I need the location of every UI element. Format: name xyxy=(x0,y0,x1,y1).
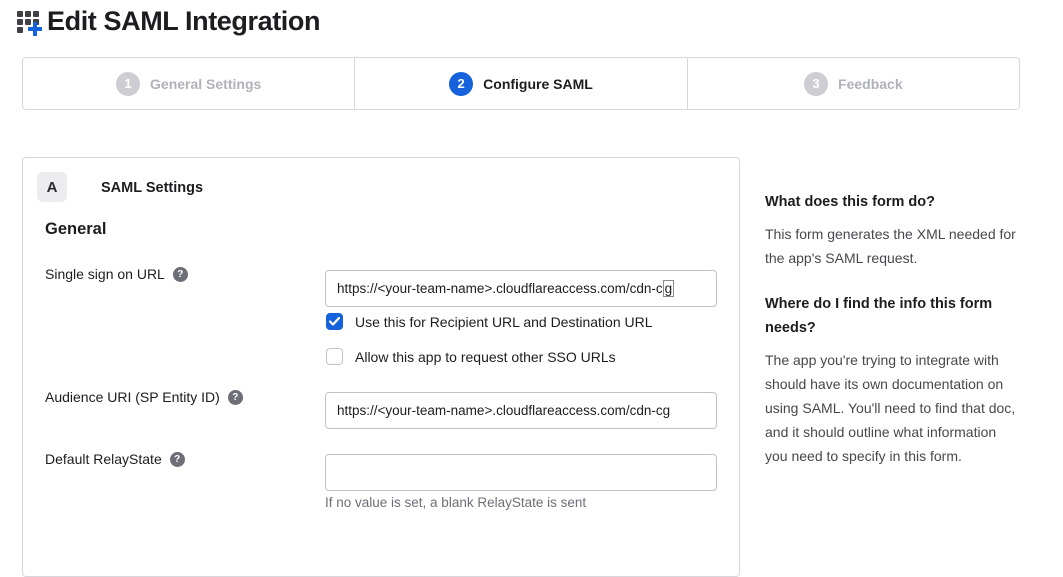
sidebar-paragraph: This form generates the XML needed for t… xyxy=(765,222,1017,270)
sidebar-heading: Where do I find the info this form needs… xyxy=(765,292,1017,340)
relaystate-label-row: Default RelayState ? xyxy=(45,451,185,467)
sso-url-label-row: Single sign on URL ? xyxy=(45,266,188,282)
step-number-badge: 2 xyxy=(449,72,473,96)
step-label: Configure SAML xyxy=(483,76,593,92)
other-sso-urls-checkbox-row: Allow this app to request other SSO URLs xyxy=(326,348,616,365)
step-configure-saml[interactable]: 2 Configure SAML xyxy=(354,58,686,109)
step-general-settings[interactable]: 1 General Settings xyxy=(23,58,354,109)
other-sso-urls-checkbox-label: Allow this app to request other SSO URLs xyxy=(355,349,616,365)
help-icon[interactable]: ? xyxy=(228,390,243,405)
sso-url-input[interactable]: https://<your-team-name>.cloudflareacces… xyxy=(325,270,717,307)
step-label: Feedback xyxy=(838,76,903,92)
recipient-url-checkbox-row: Use this for Recipient URL and Destinati… xyxy=(326,313,653,330)
relaystate-label: Default RelayState xyxy=(45,451,162,467)
page-header: Edit SAML Integration xyxy=(15,6,320,37)
text-cursor: g xyxy=(663,280,675,297)
sidebar-paragraph: The app you're trying to integrate with … xyxy=(765,348,1017,468)
sso-url-label: Single sign on URL xyxy=(45,266,165,282)
sso-url-value: https://<your-team-name>.cloudflareacces… xyxy=(337,281,663,296)
step-feedback[interactable]: 3 Feedback xyxy=(687,58,1019,109)
recipient-url-checkbox-label: Use this for Recipient URL and Destinati… xyxy=(355,314,653,330)
audience-uri-label-row: Audience URI (SP Entity ID) ? xyxy=(45,389,243,405)
help-icon[interactable]: ? xyxy=(170,452,185,467)
saml-settings-panel: A SAML Settings General Single sign on U… xyxy=(22,157,740,577)
step-number-badge: 3 xyxy=(804,72,828,96)
sidebar-heading: What does this form do? xyxy=(765,190,1017,214)
section-a-badge: A xyxy=(37,172,67,202)
step-label: General Settings xyxy=(150,76,261,92)
audience-uri-input[interactable] xyxy=(325,392,717,429)
page-title: Edit SAML Integration xyxy=(47,6,320,37)
wizard-steps: 1 General Settings 2 Configure SAML 3 Fe… xyxy=(22,57,1020,110)
panel-title: SAML Settings xyxy=(101,180,203,196)
step-number-badge: 1 xyxy=(116,72,140,96)
help-sidebar: What does this form do? This form genera… xyxy=(765,190,1017,490)
help-icon[interactable]: ? xyxy=(173,267,188,282)
audience-uri-label: Audience URI (SP Entity ID) xyxy=(45,389,220,405)
app-grid-add-icon xyxy=(15,7,45,37)
relaystate-input[interactable] xyxy=(325,454,717,491)
general-section-heading: General xyxy=(45,220,106,239)
relaystate-hint: If no value is set, a blank RelayState i… xyxy=(325,495,586,510)
other-sso-urls-checkbox[interactable] xyxy=(326,348,343,365)
recipient-url-checkbox[interactable] xyxy=(326,313,343,330)
